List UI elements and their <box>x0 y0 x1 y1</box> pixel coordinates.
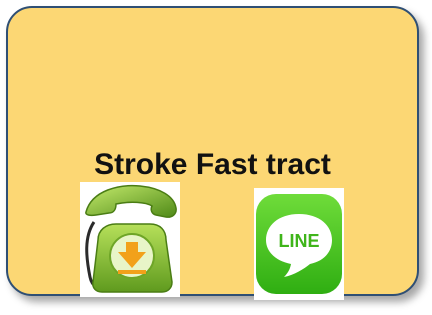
phone-download-icon[interactable] <box>80 182 180 297</box>
card-title: Stroke Fast tract <box>94 148 331 181</box>
info-card: Stroke Fast tract <box>6 6 419 296</box>
line-app-icon[interactable]: LINE <box>254 188 344 300</box>
line-logo-text: LINE <box>278 231 319 251</box>
